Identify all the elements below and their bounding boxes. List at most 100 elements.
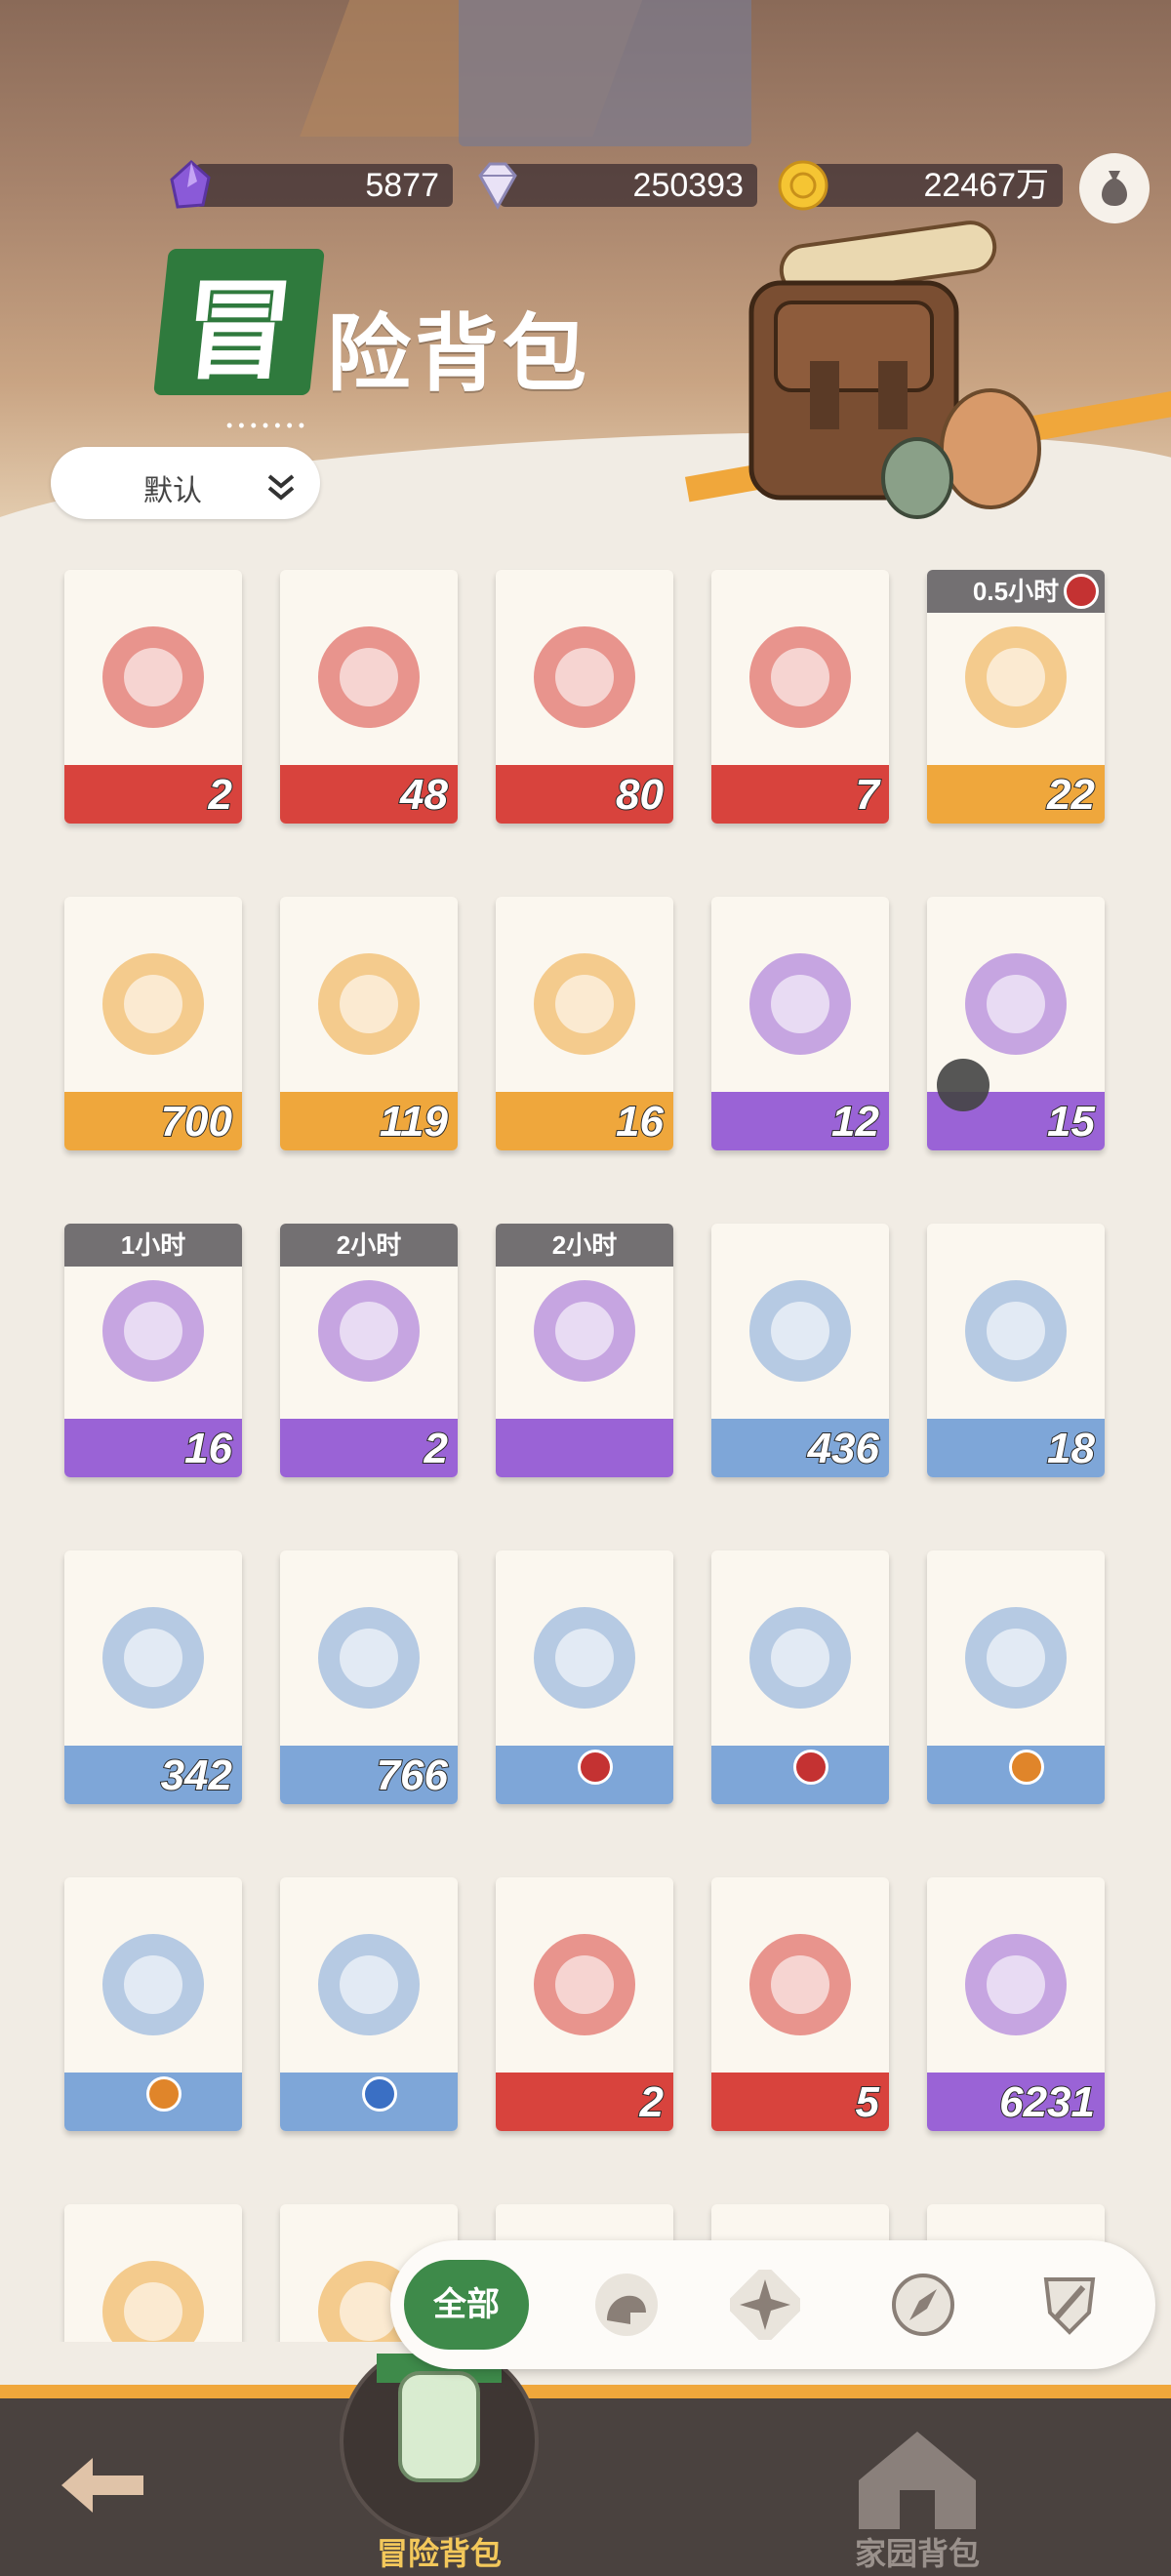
money-bag-button[interactable]	[1079, 153, 1150, 223]
item-quantity: 80	[615, 770, 665, 820]
back-arrow-icon[interactable]	[54, 2446, 151, 2524]
purple-flame-orb-icon	[965, 953, 1067, 1055]
filter-all-button[interactable]: 全部	[404, 2260, 529, 2350]
item-quantity: 436	[807, 1424, 880, 1473]
item-quantity: 2	[423, 1424, 449, 1473]
item-card[interactable]: 766	[280, 1550, 458, 1804]
red-envelope-icon	[318, 626, 420, 728]
purple-ticket-icon	[749, 1607, 851, 1709]
scene-house	[459, 0, 751, 146]
filter-bar: 全部	[390, 2240, 1155, 2369]
acorn-badge-icon	[102, 1607, 204, 1709]
rarity-band	[496, 1419, 673, 1477]
backpack-illustration	[748, 221, 1041, 519]
acorn-badge-icon	[318, 1607, 420, 1709]
house-icon[interactable]	[839, 2422, 995, 2529]
item-card[interactable]: 7	[711, 570, 889, 824]
item-card[interactable]: 80	[496, 570, 673, 824]
item-card[interactable]: 16	[496, 897, 673, 1150]
item-card[interactable]: 2小时	[496, 1224, 673, 1477]
item-card[interactable]: 436	[711, 1224, 889, 1477]
item-card[interactable]: 12	[711, 897, 889, 1150]
item-card[interactable]: 48	[280, 570, 458, 824]
item-card[interactable]: 1小时 16	[64, 1224, 242, 1477]
purple-crystal-icon	[170, 159, 211, 209]
diamond-count: 250393	[500, 164, 757, 207]
type-chip-icon	[146, 2076, 182, 2112]
sort-dropdown[interactable]: 默认	[51, 447, 320, 519]
item-quantity: 5	[854, 2077, 880, 2127]
item-card[interactable]: 2	[64, 570, 242, 824]
gold-ticket-icon	[318, 1934, 420, 2035]
gold-crystal-icon	[318, 953, 420, 1055]
item-quantity: 16	[183, 1424, 233, 1473]
item-card[interactable]: 2	[496, 1877, 673, 2131]
item-quantity: 15	[1046, 1097, 1096, 1147]
nav-home-bag-label[interactable]: 家园背包	[820, 2529, 1015, 2574]
item-card[interactable]	[927, 1550, 1105, 1804]
gold-ticket-icon	[534, 1607, 635, 1709]
bottom-nav: 冒险背包 家园背包	[0, 2354, 1171, 2576]
acorn-badge-icon	[965, 1934, 1067, 2035]
purple-crystal-count: 5877	[195, 164, 453, 207]
type-chip-icon	[578, 1750, 613, 1785]
item-quantity: 6231	[998, 2077, 1096, 2127]
item-card[interactable]	[711, 1550, 889, 1804]
gold-ticket-icon	[965, 1607, 1067, 1709]
silver-chest-icon	[749, 1934, 851, 2035]
diamond-icon	[478, 162, 517, 211]
acorn-badge-icon	[749, 1280, 851, 1382]
white-envelope-icon	[534, 953, 635, 1055]
compass-needle-icon[interactable]	[888, 2270, 958, 2340]
item-card[interactable]	[64, 2204, 242, 2342]
item-grid: 2 48 80 7 0.5小时 22 700 119 16 12 15 1小时 16 2小时 2 2小时 436…	[0, 566, 1171, 2342]
bind-lock-icon	[1064, 574, 1099, 609]
item-quantity: 7	[854, 770, 880, 820]
item-card[interactable]: 0.5小时 22	[927, 570, 1105, 824]
red-chest-icon	[534, 1934, 635, 2035]
gold-coin-count: 22467万	[805, 164, 1063, 207]
item-card[interactable]: 2小时 2	[280, 1224, 458, 1477]
hourglass-icon	[102, 1280, 204, 1382]
money-bag-icon	[1102, 171, 1127, 206]
item-quantity: 766	[376, 1751, 449, 1800]
item-quantity: 2	[638, 2077, 665, 2127]
scroll-icon	[102, 2261, 204, 2342]
compass-star-icon[interactable]	[730, 2270, 800, 2340]
item-quantity: 12	[830, 1097, 880, 1147]
item-card[interactable]: 6231	[927, 1877, 1105, 2131]
timer-label: 1小时	[64, 1224, 242, 1267]
item-quantity: 700	[160, 1097, 233, 1147]
puzzle-icon	[937, 1059, 989, 1111]
timer-label: 2小时	[280, 1224, 458, 1267]
brown-envelope-icon	[749, 626, 851, 728]
item-quantity: 22	[1046, 770, 1096, 820]
purple-hourglass-icon	[534, 1280, 635, 1382]
gold-coin-icon	[778, 160, 828, 211]
item-quantity: 16	[615, 1097, 665, 1147]
type-chip-icon	[362, 2076, 397, 2112]
sword-shield-icon[interactable]	[1034, 2270, 1105, 2340]
purple-ticket-icon	[102, 1934, 204, 2035]
item-quantity: 18	[1046, 1424, 1096, 1473]
timer-label: 2小时	[496, 1224, 673, 1267]
item-quantity: 342	[160, 1751, 233, 1800]
type-chip-icon	[793, 1750, 828, 1785]
item-quantity: 48	[399, 770, 449, 820]
crescent-icon	[102, 953, 204, 1055]
item-card[interactable]: 119	[280, 897, 458, 1150]
item-card[interactable]: 342	[64, 1550, 242, 1804]
item-card[interactable]: 5	[711, 1877, 889, 2131]
nav-adventure-bag-label: 冒险背包	[376, 2536, 502, 2571]
item-card[interactable]: 15	[927, 897, 1105, 1150]
item-card[interactable]: 700	[64, 897, 242, 1150]
hourglass-icon	[318, 1280, 420, 1382]
title-dots: •••••••	[226, 416, 311, 435]
helmet-icon[interactable]	[591, 2270, 662, 2340]
item-card[interactable]	[496, 1550, 673, 1804]
item-card[interactable]	[280, 1877, 458, 2131]
amulet-icon	[102, 626, 204, 728]
item-card[interactable]: 18	[927, 1224, 1105, 1477]
item-card[interactable]	[64, 1877, 242, 2131]
page-title: 险背包	[327, 307, 590, 401]
